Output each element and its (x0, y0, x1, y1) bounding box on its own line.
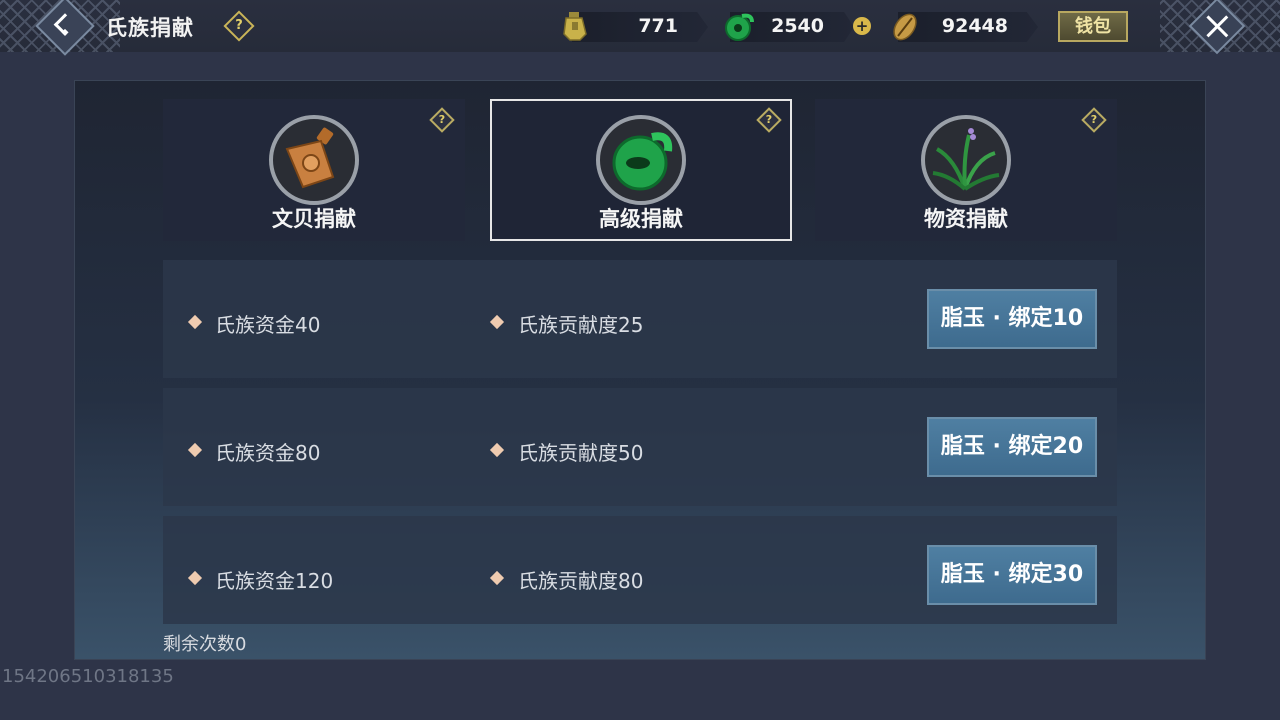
herb-icon (932, 128, 1000, 191)
tab-supplies-donation[interactable]: ? 物资捐献 (815, 99, 1117, 241)
bullet-icon (187, 570, 203, 586)
help-icon[interactable]: ? (1081, 107, 1107, 133)
bullet-icon (187, 442, 203, 458)
copper-coin-icon (285, 127, 335, 189)
clan-contribution: 氏族贡献度50 (518, 441, 644, 465)
donation-row: 氏族资金40 氏族贡献度25 脂玉 · 绑定10 (163, 260, 1117, 378)
donation-row: 氏族资金120 氏族贡献度80 脂玉 · 绑定30 (163, 516, 1117, 624)
help-icon[interactable]: ? (756, 107, 782, 133)
bullet-icon (489, 442, 505, 458)
page-title: 氏族捐献 (106, 16, 194, 40)
wallet-button[interactable]: 钱包 (1058, 11, 1128, 42)
add-currency-icon[interactable]: + (853, 17, 871, 35)
jade-icon (612, 132, 673, 191)
clan-fund: 氏族资金120 (215, 569, 334, 593)
bullet-icon (187, 314, 203, 330)
remaining-count: 剩余次数0 (163, 634, 247, 655)
donate-button[interactable]: 脂玉 · 绑定20 (927, 417, 1097, 477)
bullet-icon (489, 570, 505, 586)
tab-wenbei-donation[interactable]: ? 文贝捐献 (163, 99, 465, 241)
bullet-icon (489, 314, 505, 330)
clan-contribution: 氏族贡献度80 (518, 569, 644, 593)
shell-icon (893, 13, 917, 41)
copper-coin-icon (563, 12, 587, 41)
help-icon[interactable]: ? (429, 107, 455, 133)
jade-icon (725, 13, 754, 41)
help-icon[interactable]: ? (223, 10, 255, 42)
user-id: 154206510318135 (2, 666, 174, 687)
donate-button[interactable]: 脂玉 · 绑定30 (927, 545, 1097, 605)
clan-fund: 氏族资金40 (215, 313, 321, 337)
clan-fund: 氏族资金80 (215, 441, 321, 465)
clan-contribution: 氏族贡献度25 (518, 313, 644, 337)
tab-advanced-donation[interactable]: ? 高级捐献 (490, 99, 792, 241)
top-bar: 氏族捐献 ? 771 2540 + 92448 钱包 (0, 0, 1280, 56)
donation-row: 氏族资金80 氏族贡献度50 脂玉 · 绑定20 (163, 388, 1117, 506)
donate-button[interactable]: 脂玉 · 绑定10 (927, 289, 1097, 349)
